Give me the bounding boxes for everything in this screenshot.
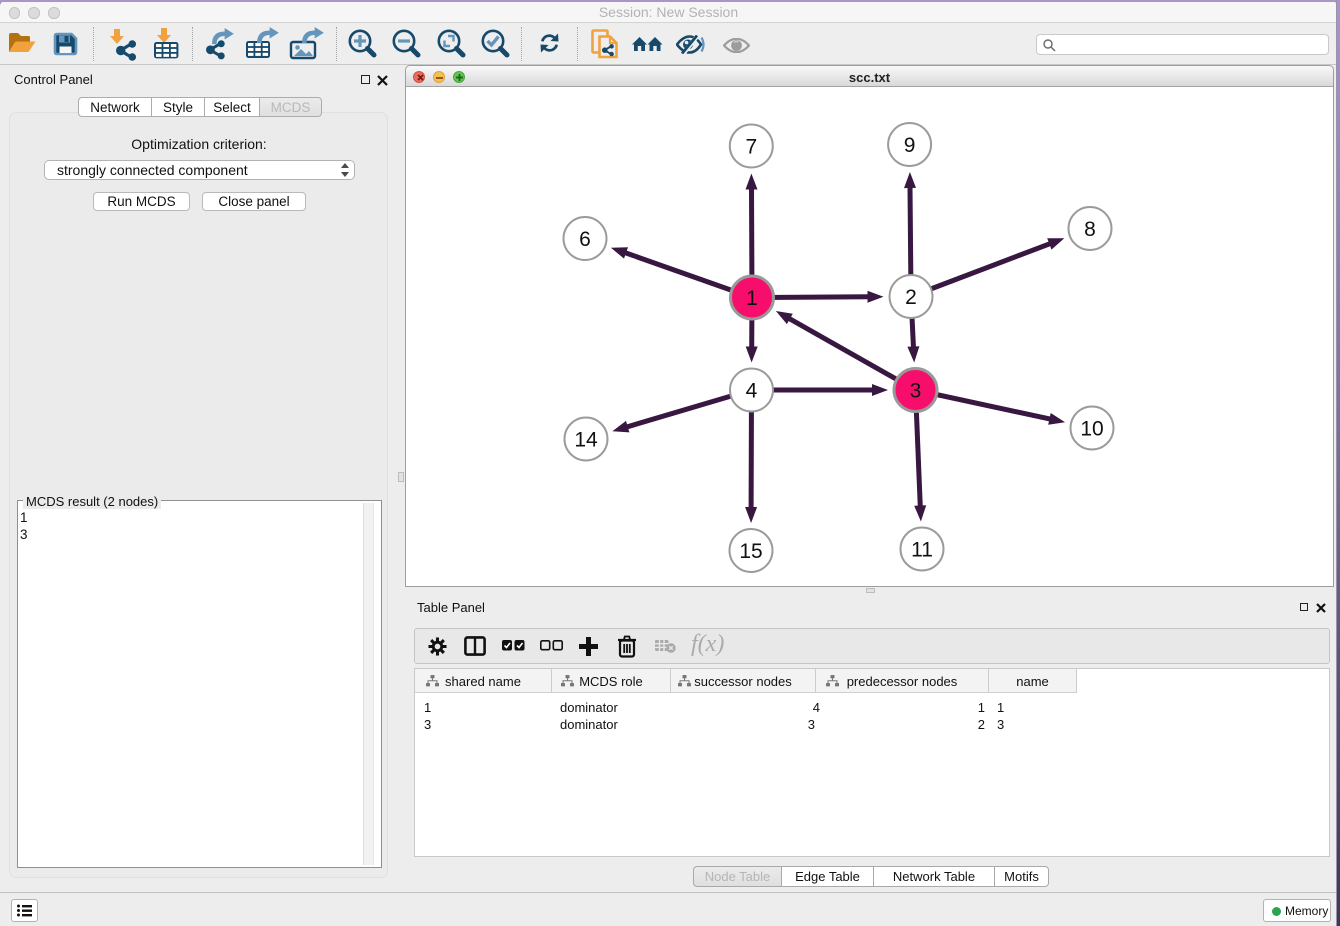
svg-text:8: 8 xyxy=(1084,218,1096,241)
svg-text:10: 10 xyxy=(1080,418,1103,441)
svg-text:7: 7 xyxy=(745,136,757,159)
svg-text:1: 1 xyxy=(746,287,758,310)
svg-text:2: 2 xyxy=(905,286,917,309)
svg-text:15: 15 xyxy=(739,540,762,563)
svg-text:9: 9 xyxy=(904,134,916,157)
svg-text:4: 4 xyxy=(746,380,758,403)
svg-text:6: 6 xyxy=(579,228,591,251)
svg-text:11: 11 xyxy=(911,539,933,562)
svg-text:3: 3 xyxy=(910,380,922,403)
svg-text:14: 14 xyxy=(574,429,598,452)
